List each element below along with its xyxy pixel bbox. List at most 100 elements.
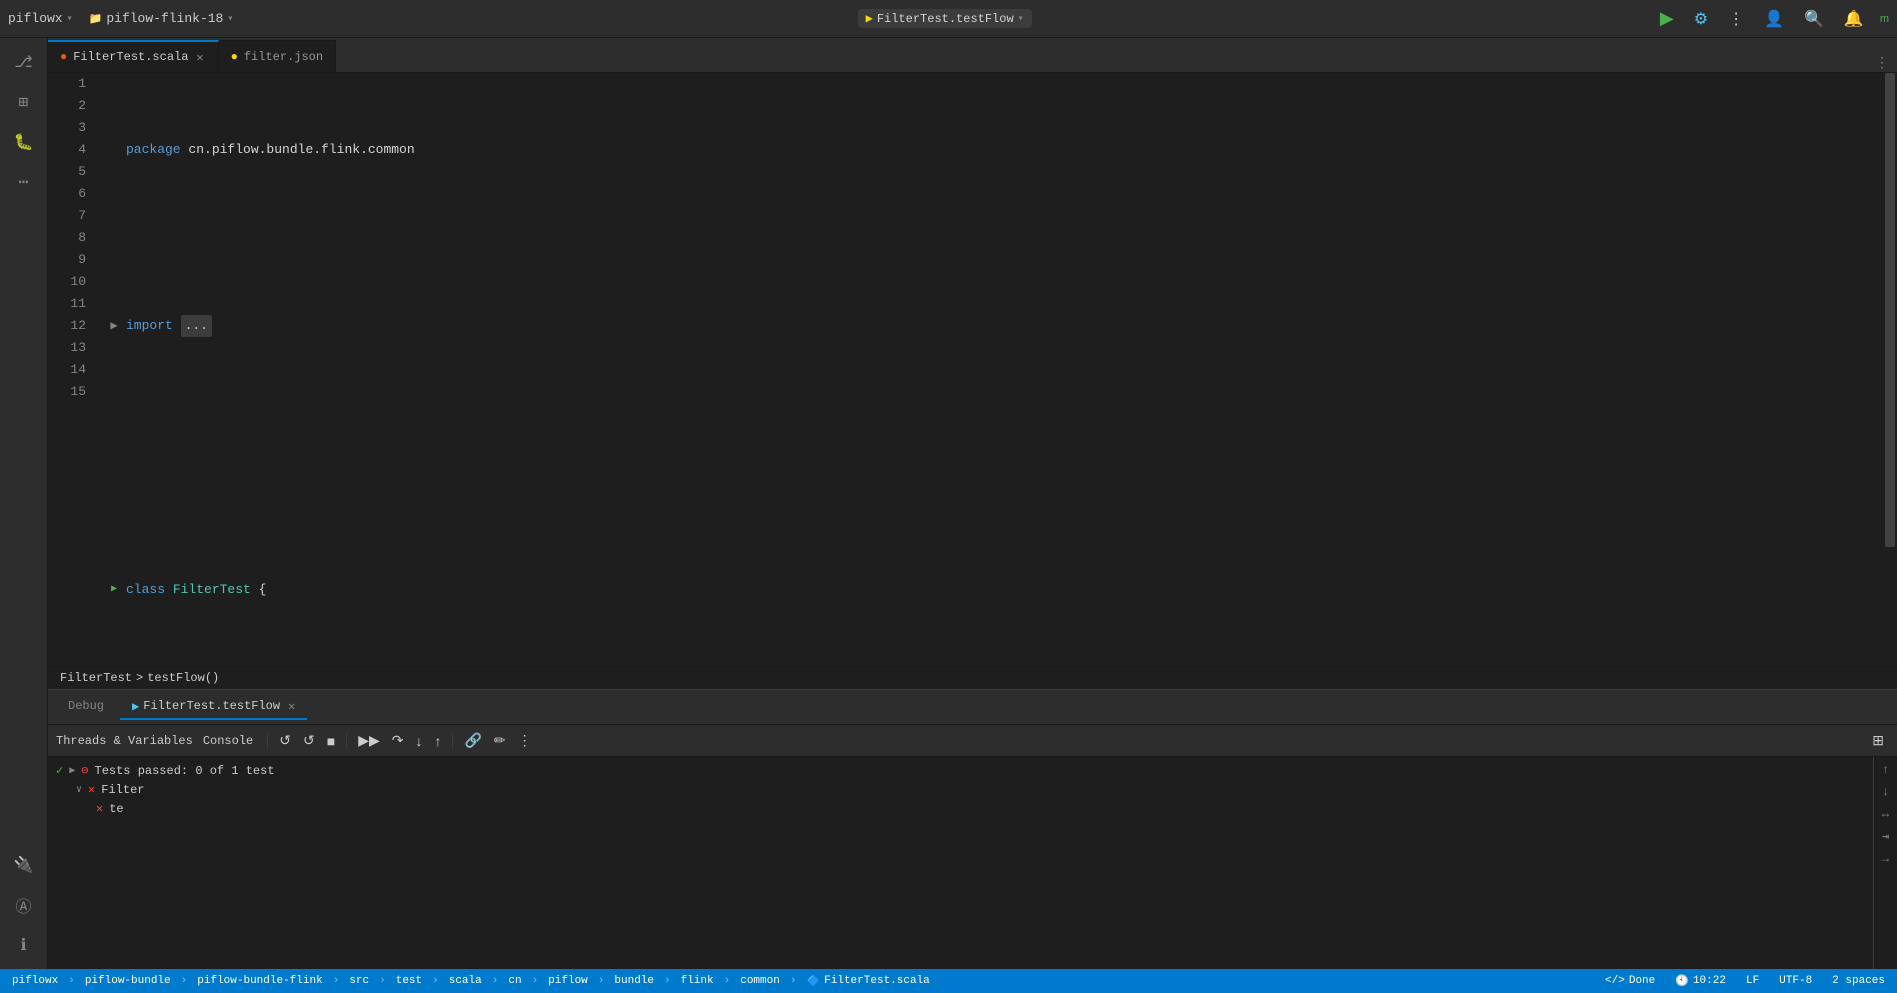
sidebar-right-icon[interactable]: → — [1880, 850, 1891, 868]
stop-button[interactable]: ■ — [322, 730, 340, 752]
scroll-down-icon[interactable]: ↓ — [1880, 783, 1891, 801]
rerun2-button[interactable]: ↺ — [298, 729, 320, 752]
notifications-button[interactable]: 🔔 — [1840, 5, 1868, 33]
status-src[interactable]: src — [345, 975, 373, 987]
status-filtertest-scala[interactable]: 🔷 FilterTest.scala — [802, 974, 933, 988]
collapse-marker[interactable]: ▶ — [106, 318, 122, 334]
debug-content: ✓ ▶ ⊖ Tests passed: 0 of 1 test ∨ ✕ Filt… — [48, 757, 1873, 969]
status-flink[interactable]: flink — [677, 975, 718, 987]
link-button[interactable]: 🔗 — [459, 729, 486, 752]
status-time[interactable]: 🕙 10:22 — [1671, 974, 1730, 988]
sidebar-icon-extensions[interactable]: ⊞ — [8, 86, 40, 118]
sidebar-icon-bottom1[interactable]: 🔌 — [8, 849, 40, 881]
code-line-2 — [106, 227, 1883, 249]
tab-debug[interactable]: Debug — [56, 695, 116, 719]
scroll-right-icon[interactable]: ⇥ — [1880, 827, 1891, 846]
filter-x-icon: ✕ — [88, 782, 95, 797]
sidebar-icon-more[interactable]: ⋯ — [8, 166, 40, 198]
scroll-up-icon[interactable]: ↑ — [1880, 761, 1891, 779]
debug-run-button[interactable]: ⚙ — [1690, 5, 1712, 33]
breadcrumb-filtertest[interactable]: FilterTest — [60, 671, 132, 685]
status-test[interactable]: test — [392, 975, 426, 987]
line-num-15: 15 — [48, 381, 86, 403]
keyword-import: import — [126, 315, 173, 337]
sub-x-icon: ✕ — [96, 801, 103, 816]
toolbar-sep2 — [346, 733, 347, 749]
code-content[interactable]: package cn.piflow.bundle.flink.common ▶ … — [98, 73, 1883, 666]
status-cn[interactable]: cn — [504, 975, 525, 987]
debug-tabs: Debug ▶ FilterTest.testFlow ✕ — [48, 690, 1897, 725]
console-tab[interactable]: Console — [203, 734, 253, 748]
app-name[interactable]: piflowx ▾ — [8, 11, 73, 26]
scroll-left-icon[interactable]: ↔ — [1880, 805, 1891, 823]
rerun-button[interactable]: ↺ — [274, 729, 296, 752]
more-button[interactable]: ⋮ — [513, 729, 537, 752]
status-lf[interactable]: LF — [1742, 975, 1763, 987]
sidebar-icon-bottom2[interactable]: Ⓐ — [8, 889, 40, 921]
app-chevron-icon[interactable]: ▾ — [67, 13, 73, 25]
status-piflow-bundle[interactable]: piflow-bundle — [81, 975, 175, 987]
sidebar-icon-debug[interactable]: 🐛 — [8, 126, 40, 158]
tab-filtertest-scala[interactable]: ● FilterTest.scala ✕ — [48, 40, 219, 72]
search-button[interactable]: 🔍 — [1800, 5, 1828, 33]
step-out-button[interactable]: ↑ — [429, 730, 446, 752]
status-piflow[interactable]: piflow — [544, 975, 592, 987]
project-name-label: piflow-flink-18 — [106, 11, 223, 26]
scroll-thumb[interactable] — [1885, 73, 1895, 547]
account-button[interactable]: 👤 — [1760, 5, 1788, 33]
toolbar-sep3 — [452, 733, 453, 749]
tab-filter-json[interactable]: ● filter.json — [219, 40, 336, 72]
line-num-14: 14 — [48, 359, 86, 381]
status-indent[interactable]: 2 spaces — [1828, 975, 1889, 987]
editor-scrollbar[interactable]: ✓ — [1883, 73, 1897, 666]
tab-filtertest-label: FilterTest.scala — [73, 50, 188, 64]
class-name: FilterTest — [173, 579, 251, 601]
tab-filter-json-label: filter.json — [244, 50, 323, 64]
expand-layout-button[interactable]: ⊞ — [1867, 729, 1889, 752]
run-config[interactable]: ▶ FilterTest.testFlow ▾ — [858, 9, 1032, 28]
tab-filtertest-testflow[interactable]: ▶ FilterTest.testFlow ✕ — [120, 695, 307, 720]
breadcrumb-testflow[interactable]: testFlow() — [147, 671, 219, 685]
filter-expand-icon[interactable]: ∨ — [76, 784, 82, 796]
test-summary-row: ✓ ▶ ⊖ Tests passed: 0 of 1 test — [56, 761, 1865, 780]
run-icon: ▶ — [132, 699, 139, 714]
status-common[interactable]: common — [736, 975, 784, 987]
edit-button[interactable]: ✏ — [489, 729, 511, 752]
status-scala[interactable]: scala — [445, 975, 486, 987]
filtertest-testflow-label: FilterTest.testFlow — [143, 699, 280, 713]
sub-test-row: ✕ te — [56, 799, 1865, 818]
code-icon: </> — [1605, 975, 1625, 987]
status-encoding[interactable]: UTF-8 — [1775, 975, 1816, 987]
status-sep3: › — [333, 975, 340, 987]
more-options-button[interactable]: ⋮ — [1724, 5, 1748, 33]
line-num-5: 5 — [48, 161, 86, 183]
status-piflowx[interactable]: piflowx — [8, 975, 62, 987]
title-bar: piflowx ▾ 📁 piflow-flink-18 ▾ ▶ FilterTe… — [0, 0, 1897, 38]
tab-close-debug[interactable]: ✕ — [288, 699, 295, 714]
run-marker-6[interactable]: ▶ — [106, 582, 122, 598]
toolbar-sep — [267, 733, 268, 749]
step-over-button[interactable]: ↷ — [387, 729, 409, 752]
status-piflow-bundle-flink[interactable]: piflow-bundle-flink — [193, 975, 326, 987]
status-sep5: › — [432, 975, 439, 987]
project-name[interactable]: 📁 piflow-flink-18 ▾ — [89, 11, 234, 26]
run-config-chevron-icon: ▾ — [1018, 13, 1024, 25]
import-ellipsis[interactable]: ... — [181, 315, 212, 337]
notification-badge: m — [1880, 13, 1889, 25]
resume-button[interactable]: ▶▶ — [353, 729, 385, 752]
line-num-2: 2 — [48, 95, 86, 117]
summary-expand-icon[interactable]: ▶ — [69, 765, 75, 777]
split-editor-icon[interactable]: ⋮ — [1875, 55, 1889, 72]
sidebar-icon-git[interactable]: ⎇ — [8, 46, 40, 78]
status-bar-right: </> Done 🕙 10:22 LF UTF-8 2 spaces — [1601, 974, 1889, 988]
status-done[interactable]: </> Done — [1601, 975, 1659, 987]
editor-tabs-right[interactable]: ⋮ — [1875, 55, 1897, 72]
sidebar-icon-bottom3[interactable]: ℹ — [8, 929, 40, 961]
run-button[interactable]: ▶ — [1656, 4, 1678, 33]
line-num-8: 8 — [48, 227, 86, 249]
tab-filtertest-close[interactable]: ✕ — [194, 49, 205, 66]
editor-tabs: ● FilterTest.scala ✕ ● filter.json ⋮ — [48, 38, 1897, 73]
step-into-button[interactable]: ↓ — [410, 730, 427, 752]
threads-variables-label: Threads & Variables — [56, 734, 193, 748]
status-bundle[interactable]: bundle — [610, 975, 658, 987]
